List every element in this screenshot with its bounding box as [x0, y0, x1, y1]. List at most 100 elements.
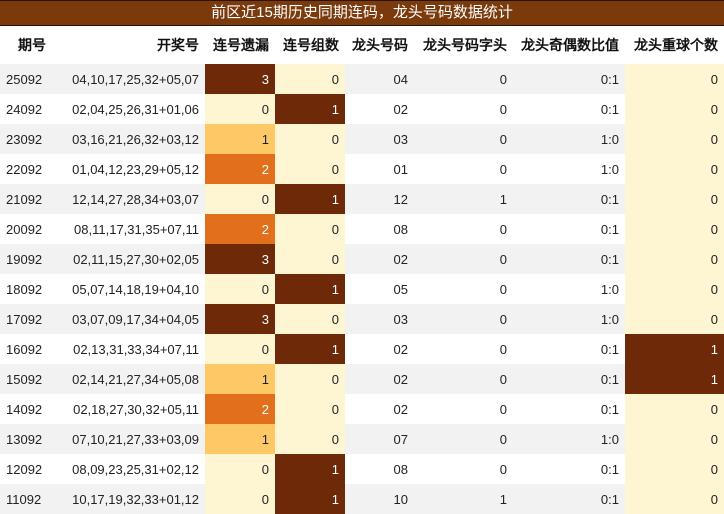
consecutive-miss-cell: 0 [205, 94, 275, 124]
consecutive-miss-cell: 1 [205, 124, 275, 154]
consecutive-groups-cell: 0 [275, 364, 345, 394]
consecutive-groups-cell: 0 [275, 214, 345, 244]
table-row: 20092 08,11,17,31,35+07,11 2 0 08 0 0:1 0 [0, 214, 724, 244]
lead-number-cell: 02 [345, 334, 414, 364]
lead-prefix-cell: 0 [414, 334, 513, 364]
table-row: 21092 12,14,27,28,34+03,07 0 1 12 1 0:1 0 [0, 184, 724, 214]
table-row: 17092 03,07,09,17,34+04,05 3 0 03 0 1:0 0 [0, 304, 724, 334]
lead-number-cell: 08 [345, 214, 414, 244]
table-row: 19092 02,11,15,27,30+02,05 3 0 02 0 0:1 0 [0, 244, 724, 274]
table-title: 前区近15期历史同期连码，龙头号码数据统计 [0, 0, 724, 26]
lead-prefix-cell: 0 [414, 394, 513, 424]
table-row: 11092 10,17,19,32,33+01,12 0 1 10 1 0:1 0 [0, 484, 724, 514]
lead-repeat-cell: 0 [625, 244, 724, 274]
issue-cell: 24092 [0, 94, 52, 124]
issue-cell: 19092 [0, 244, 52, 274]
draw-numbers-cell: 02,11,15,27,30+02,05 [52, 244, 205, 274]
table-row: 13092 07,10,21,27,33+03,09 1 0 07 0 1:0 0 [0, 424, 724, 454]
lead-odd-even-cell: 0:1 [513, 454, 625, 484]
consecutive-miss-cell: 2 [205, 394, 275, 424]
consecutive-miss-cell: 3 [205, 244, 275, 274]
table-row: 14092 02,18,27,30,32+05,11 2 0 02 0 0:1 0 [0, 394, 724, 424]
draw-numbers-cell: 05,07,14,18,19+04,10 [52, 274, 205, 304]
draw-numbers-cell: 08,09,23,25,31+02,12 [52, 454, 205, 484]
lead-odd-even-cell: 1:0 [513, 304, 625, 334]
consecutive-groups-cell: 0 [275, 394, 345, 424]
lead-repeat-cell: 0 [625, 304, 724, 334]
consecutive-miss-cell: 3 [205, 304, 275, 334]
consecutive-groups-cell: 0 [275, 304, 345, 334]
lead-prefix-cell: 0 [414, 94, 513, 124]
lead-repeat-cell: 0 [625, 184, 724, 214]
lead-odd-even-cell: 1:0 [513, 124, 625, 154]
header-lead-repeat: 龙头重球个数 [625, 26, 724, 64]
table-row: 24092 02,04,25,26,31+01,06 0 1 02 0 0:1 0 [0, 94, 724, 124]
lead-number-cell: 02 [345, 94, 414, 124]
consecutive-miss-cell: 1 [205, 424, 275, 454]
consecutive-groups-cell: 1 [275, 484, 345, 514]
lead-odd-even-cell: 0:1 [513, 364, 625, 394]
issue-cell: 13092 [0, 424, 52, 454]
issue-cell: 20092 [0, 214, 52, 244]
lead-odd-even-cell: 0:1 [513, 334, 625, 364]
draw-numbers-cell: 12,14,27,28,34+03,07 [52, 184, 205, 214]
table-row: 25092 04,10,17,25,32+05,07 3 0 04 0 0:1 0 [0, 64, 724, 94]
lead-repeat-cell: 0 [625, 274, 724, 304]
lead-odd-even-cell: 0:1 [513, 94, 625, 124]
lead-number-cell: 03 [345, 124, 414, 154]
table-row: 16092 02,13,31,33,34+07,11 0 1 02 0 0:1 1 [0, 334, 724, 364]
consecutive-groups-cell: 0 [275, 64, 345, 94]
issue-cell: 15092 [0, 364, 52, 394]
issue-cell: 23092 [0, 124, 52, 154]
lead-repeat-cell: 0 [625, 124, 724, 154]
issue-cell: 14092 [0, 394, 52, 424]
draw-numbers-cell: 02,13,31,33,34+07,11 [52, 334, 205, 364]
lead-prefix-cell: 0 [414, 214, 513, 244]
lead-repeat-cell: 0 [625, 394, 724, 424]
lead-repeat-cell: 0 [625, 94, 724, 124]
draw-numbers-cell: 03,16,21,26,32+03,12 [52, 124, 205, 154]
consecutive-groups-cell: 1 [275, 94, 345, 124]
lead-number-cell: 12 [345, 184, 414, 214]
draw-numbers-cell: 03,07,09,17,34+04,05 [52, 304, 205, 334]
consecutive-miss-cell: 0 [205, 334, 275, 364]
consecutive-miss-cell: 2 [205, 154, 275, 184]
consecutive-groups-cell: 0 [275, 124, 345, 154]
lead-prefix-cell: 0 [414, 274, 513, 304]
lead-prefix-cell: 0 [414, 304, 513, 334]
draw-numbers-cell: 01,04,12,23,29+05,12 [52, 154, 205, 184]
issue-cell: 17092 [0, 304, 52, 334]
header-lead-number: 龙头号码 [345, 26, 414, 64]
issue-cell: 22092 [0, 154, 52, 184]
lead-number-cell: 10 [345, 484, 414, 514]
consecutive-groups-cell: 0 [275, 154, 345, 184]
lead-repeat-cell: 0 [625, 484, 724, 514]
table-row: 22092 01,04,12,23,29+05,12 2 0 01 0 1:0 0 [0, 154, 724, 184]
table-row: 23092 03,16,21,26,32+03,12 1 0 03 0 1:0 0 [0, 124, 724, 154]
lead-number-cell: 04 [345, 64, 414, 94]
draw-numbers-cell: 10,17,19,32,33+01,12 [52, 484, 205, 514]
lead-odd-even-cell: 0:1 [513, 214, 625, 244]
issue-cell: 18092 [0, 274, 52, 304]
consecutive-miss-cell: 0 [205, 274, 275, 304]
consecutive-groups-cell: 1 [275, 454, 345, 484]
lead-number-cell: 02 [345, 394, 414, 424]
consecutive-groups-cell: 1 [275, 184, 345, 214]
table-row: 18092 05,07,14,18,19+04,10 0 1 05 0 1:0 0 [0, 274, 724, 304]
lead-prefix-cell: 1 [414, 484, 513, 514]
lead-number-cell: 05 [345, 274, 414, 304]
draw-numbers-cell: 02,18,27,30,32+05,11 [52, 394, 205, 424]
consecutive-miss-cell: 1 [205, 364, 275, 394]
issue-cell: 25092 [0, 64, 52, 94]
draw-numbers-cell: 08,11,17,31,35+07,11 [52, 214, 205, 244]
issue-cell: 21092 [0, 184, 52, 214]
lead-prefix-cell: 0 [414, 454, 513, 484]
lead-prefix-cell: 0 [414, 124, 513, 154]
draw-numbers-cell: 07,10,21,27,33+03,09 [52, 424, 205, 454]
lead-repeat-cell: 0 [625, 64, 724, 94]
header-lead-prefix: 龙头号码字头 [414, 26, 513, 64]
lead-odd-even-cell: 1:0 [513, 424, 625, 454]
lead-prefix-cell: 1 [414, 184, 513, 214]
header-row: 期号 开奖号 连号遗漏 连号组数 龙头号码 龙头号码字头 龙头奇偶数比值 龙头重… [0, 26, 724, 64]
lead-repeat-cell: 1 [625, 334, 724, 364]
